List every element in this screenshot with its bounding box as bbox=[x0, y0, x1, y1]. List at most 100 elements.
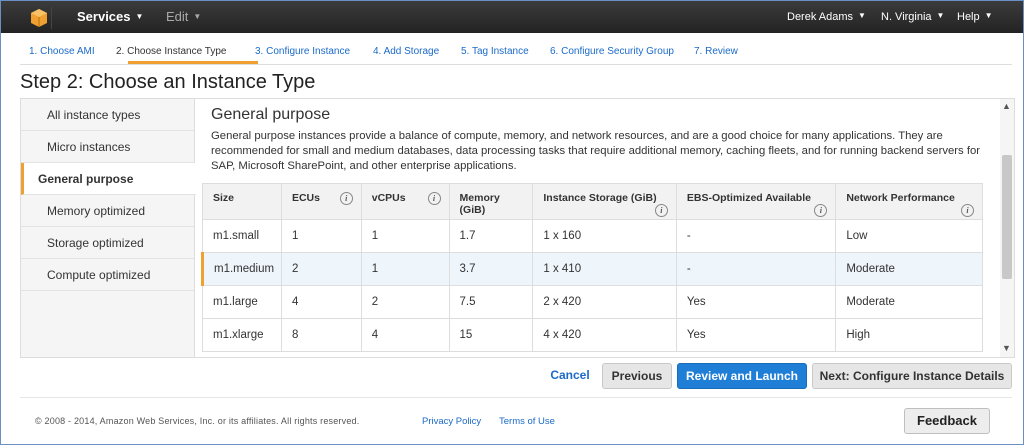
cell-size: m1.xlarge bbox=[202, 318, 282, 352]
column-label: Network Performance bbox=[846, 192, 955, 204]
step-choose-ami[interactable]: 1. Choose AMI bbox=[29, 46, 95, 57]
info-icon[interactable]: i bbox=[961, 204, 974, 217]
column-label: Instance Storage (GiB) bbox=[543, 192, 657, 204]
services-label: Services bbox=[77, 9, 131, 24]
cell-memory: 7.5 bbox=[448, 285, 534, 319]
table-row[interactable]: m1.small 1 1 1.7 1 x 160 - Low bbox=[202, 219, 983, 253]
info-icon[interactable]: i bbox=[339, 192, 353, 205]
next-configure-instance-button[interactable]: Next: Configure Instance Details bbox=[812, 363, 1012, 389]
info-icon[interactable]: i bbox=[654, 204, 668, 217]
sidebar-item-all-instance-types[interactable]: All instance types bbox=[21, 99, 194, 131]
cell-size: m1.medium bbox=[201, 252, 282, 286]
help-menu[interactable]: Help ▼ bbox=[957, 11, 993, 23]
sidebar-item-storage-optimized[interactable]: Storage optimized bbox=[21, 227, 194, 259]
cell-ecus: 4 bbox=[280, 285, 362, 319]
step-configure-instance[interactable]: 3. Configure Instance bbox=[255, 46, 350, 57]
section-title: General purpose bbox=[211, 106, 331, 123]
cell-instance-storage: 1 x 410 bbox=[532, 252, 677, 286]
info-icon[interactable]: i bbox=[814, 204, 828, 217]
wizard-steps: 1. Choose AMI 2. Choose Instance Type 3.… bbox=[20, 44, 1012, 65]
cell-instance-storage: 4 x 420 bbox=[532, 318, 677, 352]
table-row[interactable]: m1.xlarge 8 4 15 4 x 420 Yes High bbox=[202, 318, 983, 352]
cell-instance-storage: 2 x 420 bbox=[532, 285, 677, 319]
caret-down-icon: ▼ bbox=[984, 11, 993, 20]
step-review[interactable]: 7. Review bbox=[694, 46, 738, 57]
column-label: Memory (GiB) bbox=[459, 192, 500, 216]
info-icon[interactable]: i bbox=[427, 192, 441, 205]
copyright-text: © 2008 - 2014, Amazon Web Services, Inc.… bbox=[35, 416, 360, 426]
cell-vcpus: 4 bbox=[360, 318, 450, 352]
instance-family-sidebar: All instance types Micro instances Gener… bbox=[21, 99, 196, 357]
column-label: Size bbox=[213, 192, 235, 204]
region-menu[interactable]: N. Virginia ▼ bbox=[881, 11, 944, 23]
review-and-launch-button[interactable]: Review and Launch bbox=[677, 363, 807, 389]
edit-label: Edit bbox=[166, 9, 189, 24]
scroll-up-icon[interactable]: ▲ bbox=[1002, 101, 1011, 111]
step-tag-instance[interactable]: 5. Tag Instance bbox=[461, 46, 529, 57]
sidebar-item-micro-instances[interactable]: Micro instances bbox=[21, 131, 194, 163]
step-add-storage[interactable]: 4. Add Storage bbox=[373, 46, 439, 57]
cell-vcpus: 1 bbox=[360, 252, 450, 286]
column-header-vcpus[interactable]: vCPUs i bbox=[360, 183, 450, 220]
caret-down-icon: ▼ bbox=[135, 12, 144, 21]
cell-network-performance: High bbox=[835, 318, 983, 352]
feedback-button[interactable]: Feedback bbox=[904, 408, 990, 434]
edit-menu[interactable]: Edit ▼ bbox=[166, 9, 201, 24]
cell-size: m1.small bbox=[202, 219, 282, 253]
column-label: ECUs bbox=[291, 192, 320, 204]
column-label: EBS-Optimized Available bbox=[686, 192, 811, 204]
sidebar-item-memory-optimized[interactable]: Memory optimized bbox=[21, 195, 194, 227]
help-label: Help bbox=[957, 11, 980, 23]
privacy-policy-link[interactable]: Privacy Policy bbox=[422, 416, 481, 427]
column-header-size[interactable]: Size bbox=[202, 183, 282, 220]
table-row[interactable]: m1.large 4 2 7.5 2 x 420 Yes Moderate bbox=[202, 285, 983, 319]
terms-of-use-link[interactable]: Terms of Use bbox=[499, 416, 555, 427]
table-row-selected[interactable]: m1.medium 2 1 3.7 1 x 410 - Moderate bbox=[201, 252, 983, 286]
user-menu[interactable]: Derek Adams ▼ bbox=[787, 11, 866, 23]
column-header-ecus[interactable]: ECUs i bbox=[280, 183, 362, 220]
cell-network-performance: Low bbox=[835, 219, 983, 253]
cell-ecus: 2 bbox=[280, 252, 362, 286]
cell-memory: 15 bbox=[448, 318, 534, 352]
sidebar-item-general-purpose[interactable]: General purpose bbox=[21, 163, 196, 195]
cell-memory: 1.7 bbox=[448, 219, 534, 253]
cell-ecus: 1 bbox=[280, 219, 362, 253]
cell-ecus: 8 bbox=[280, 318, 362, 352]
cell-size: m1.large bbox=[202, 285, 282, 319]
sidebar-item-compute-optimized[interactable]: Compute optimized bbox=[21, 259, 194, 291]
section-description: General purpose instances provide a bala… bbox=[211, 130, 981, 172]
scrollbar-thumb[interactable] bbox=[1002, 155, 1012, 279]
cell-network-performance: Moderate bbox=[835, 285, 983, 319]
aws-logo[interactable] bbox=[11, 7, 52, 29]
active-step-indicator bbox=[128, 61, 258, 64]
step-configure-security-group[interactable]: 6. Configure Security Group bbox=[550, 46, 674, 57]
cell-ebs-optimized: Yes bbox=[675, 318, 837, 352]
column-header-ebs-optimized[interactable]: EBS-Optimized Available i bbox=[675, 183, 837, 220]
scroll-down-icon[interactable]: ▼ bbox=[1002, 343, 1011, 353]
cell-network-performance: Moderate bbox=[835, 252, 983, 286]
services-menu[interactable]: Services ▼ bbox=[77, 9, 143, 24]
cell-vcpus: 1 bbox=[360, 219, 450, 253]
cell-ebs-optimized: Yes bbox=[675, 285, 837, 319]
instance-type-list: General purpose General purpose instance… bbox=[201, 99, 991, 357]
caret-down-icon: ▼ bbox=[936, 11, 945, 20]
user-label: Derek Adams bbox=[787, 11, 854, 23]
cell-memory: 3.7 bbox=[448, 252, 534, 286]
instance-types-table: Size ECUs i vCPUs i Memory (GiB) Instance … bbox=[201, 183, 983, 352]
page-title: Step 2: Choose an Instance Type bbox=[20, 71, 316, 93]
column-header-memory[interactable]: Memory (GiB) bbox=[448, 183, 534, 220]
column-header-instance-storage[interactable]: Instance Storage (GiB) i bbox=[532, 183, 677, 220]
cell-instance-storage: 1 x 160 bbox=[532, 219, 677, 253]
column-label: vCPUs bbox=[371, 192, 406, 204]
vertical-scrollbar[interactable]: ▲ ▼ bbox=[1000, 99, 1014, 357]
cell-ebs-optimized: - bbox=[675, 252, 837, 286]
cell-ebs-optimized: - bbox=[675, 219, 837, 253]
column-header-network-performance[interactable]: Network Performance i bbox=[835, 183, 983, 220]
cancel-button[interactable]: Cancel bbox=[544, 363, 596, 389]
step-choose-instance-type[interactable]: 2. Choose Instance Type bbox=[116, 46, 226, 57]
instance-type-panel: All instance types Micro instances Gener… bbox=[20, 98, 1015, 358]
previous-button[interactable]: Previous bbox=[602, 363, 672, 389]
footer-divider bbox=[20, 397, 1012, 398]
cell-vcpus: 2 bbox=[360, 285, 450, 319]
table-header-row: Size ECUs i vCPUs i Memory (GiB) Instance … bbox=[202, 183, 983, 220]
